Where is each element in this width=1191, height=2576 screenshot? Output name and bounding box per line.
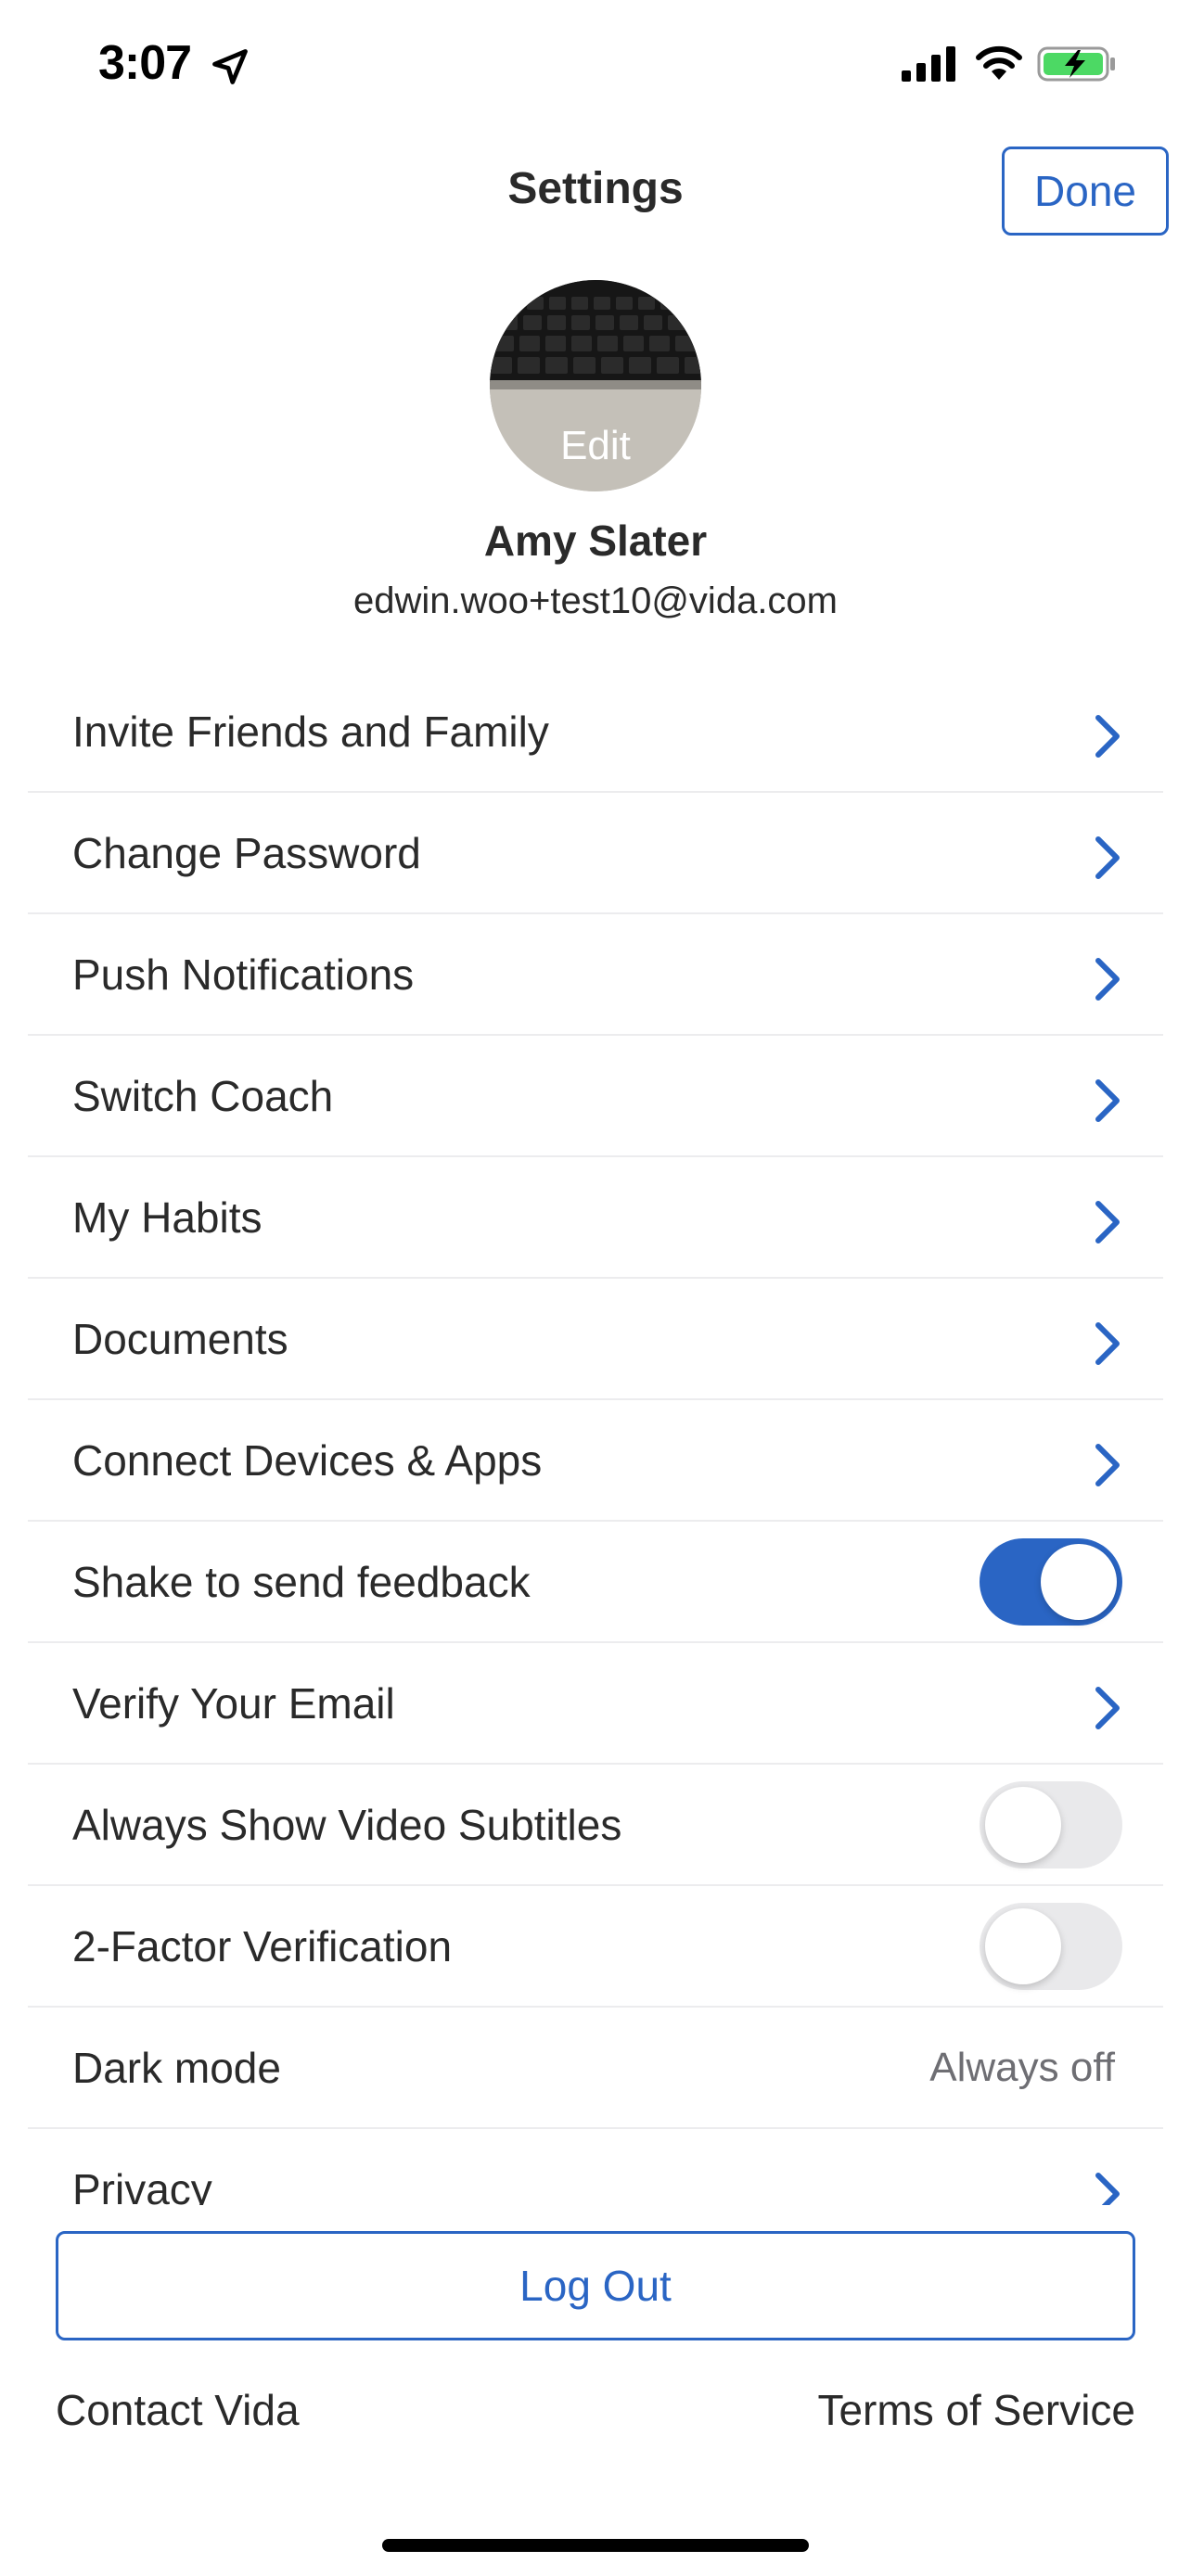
toggle-knob xyxy=(1041,1544,1117,1620)
profile-email: edwin.woo+test10@vida.com xyxy=(353,580,838,621)
done-button[interactable]: Done xyxy=(1002,147,1169,236)
chevron-right-icon xyxy=(1095,836,1120,879)
terms-of-service-link[interactable]: Terms of Service xyxy=(817,2385,1135,2435)
row-label: Push Notifications xyxy=(72,950,415,999)
status-bar: 3:07 xyxy=(0,0,1191,130)
status-time: 3:07 xyxy=(98,36,192,90)
chevron-right-icon xyxy=(1095,1201,1120,1243)
chevron-right-icon xyxy=(1095,1687,1120,1729)
settings-list: Invite Friends and Family Change Passwor… xyxy=(28,671,1163,2205)
row-label: Shake to send feedback xyxy=(72,1557,531,1606)
row-label: 2-Factor Verification xyxy=(72,1921,453,1970)
row-label: Documents xyxy=(72,1314,288,1363)
avatar[interactable]: Edit xyxy=(490,280,701,491)
settings-row-video-subtitles: Always Show Video Subtitles xyxy=(28,1765,1163,1886)
settings-row-dark-mode[interactable]: Dark mode Always off xyxy=(28,2008,1163,2129)
shake-feedback-toggle[interactable] xyxy=(980,1538,1122,1626)
settings-row-push-notifications[interactable]: Push Notifications xyxy=(28,914,1163,1036)
dark-mode-value: Always off xyxy=(929,2044,1115,2090)
chevron-right-icon xyxy=(1095,1444,1120,1486)
settings-row-shake-feedback: Shake to send feedback xyxy=(28,1522,1163,1643)
row-label: My Habits xyxy=(72,1192,263,1242)
settings-row-connect-devices[interactable]: Connect Devices & Apps xyxy=(28,1400,1163,1522)
settings-row-documents[interactable]: Documents xyxy=(28,1279,1163,1400)
location-arrow-icon xyxy=(212,49,248,84)
profile-name: Amy Slater xyxy=(483,516,708,565)
row-label: Change Password xyxy=(72,828,421,877)
cellular-signal-icon xyxy=(902,46,955,82)
settings-row-change-password[interactable]: Change Password xyxy=(28,793,1163,914)
settings-row-verify-email[interactable]: Verify Your Email xyxy=(28,1643,1163,1765)
avatar-edit-label[interactable]: Edit xyxy=(490,423,701,469)
chevron-right-icon xyxy=(1095,715,1120,758)
logout-button[interactable]: Log Out xyxy=(56,2231,1135,2340)
row-label: Connect Devices & Apps xyxy=(72,1435,543,1485)
row-label: Switch Coach xyxy=(72,1071,334,1120)
toggle-knob xyxy=(985,1908,1061,1984)
contact-vida-link[interactable]: Contact Vida xyxy=(56,2385,300,2435)
battery-charging-icon xyxy=(1037,46,1115,82)
row-label: Privacy xyxy=(72,2164,212,2206)
row-label: Dark mode xyxy=(72,2043,281,2092)
toggle-knob xyxy=(985,1787,1061,1863)
video-subtitles-toggle[interactable] xyxy=(980,1781,1122,1868)
settings-row-privacy[interactable]: Privacy xyxy=(28,2129,1163,2205)
chevron-right-icon xyxy=(1095,958,1120,1001)
home-indicator xyxy=(382,2539,809,2552)
settings-row-my-habits[interactable]: My Habits xyxy=(28,1157,1163,1279)
row-label: Invite Friends and Family xyxy=(72,707,549,756)
wifi-icon xyxy=(976,45,1022,80)
settings-row-switch-coach[interactable]: Switch Coach xyxy=(28,1036,1163,1157)
row-label: Always Show Video Subtitles xyxy=(72,1800,622,1849)
chevron-right-icon xyxy=(1095,2173,1120,2205)
chevron-right-icon xyxy=(1095,1322,1120,1365)
chevron-right-icon xyxy=(1095,1079,1120,1122)
settings-row-invite-friends[interactable]: Invite Friends and Family xyxy=(28,671,1163,793)
two-factor-toggle[interactable] xyxy=(980,1903,1122,1990)
settings-row-two-factor: 2-Factor Verification xyxy=(28,1886,1163,2008)
row-label: Verify Your Email xyxy=(72,1678,395,1728)
